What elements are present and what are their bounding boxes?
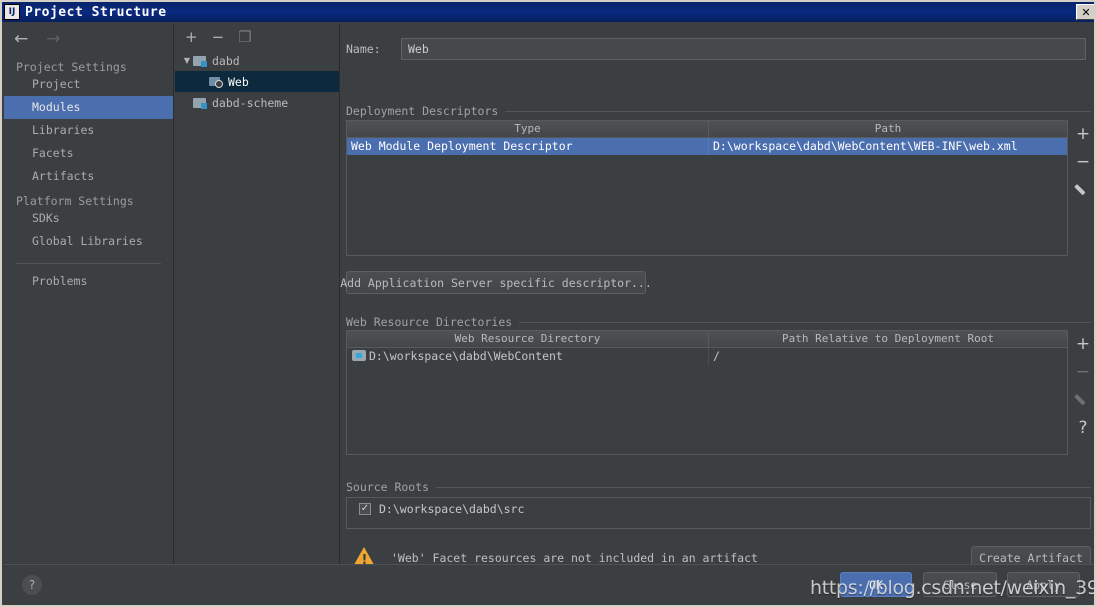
cell-directory-text: D:\workspace\dabd\WebContent [369, 349, 563, 363]
list-item[interactable]: ✓ D:\workspace\dabd\src [347, 498, 1090, 520]
source-roots-list[interactable]: ✓ D:\workspace\dabd\src [346, 497, 1091, 529]
remove-descriptor-icon[interactable]: − [1068, 148, 1094, 176]
deployment-descriptors-table[interactable]: Type Path Web Module Deployment Descript… [346, 120, 1068, 256]
module-folder-icon [193, 97, 207, 109]
close-icon[interactable]: ✕ [1076, 4, 1094, 20]
source-root-path: D:\workspace\dabd\src [379, 502, 525, 516]
column-header-type[interactable]: Type [347, 121, 709, 137]
tree-node-label: dabd [212, 53, 240, 68]
web-resources-toolbar: + − ? [1068, 330, 1094, 442]
ok-button[interactable]: OK [840, 572, 912, 597]
navigation-arrows: ← → [4, 24, 173, 54]
column-header-path[interactable]: Path [709, 121, 1067, 137]
chevron-down-icon[interactable]: ▼ [181, 56, 193, 65]
add-module-icon[interactable]: + [185, 29, 198, 45]
sidebar-item-libraries[interactable]: Libraries [4, 119, 173, 142]
close-button[interactable]: Close [923, 572, 997, 597]
module-tree-toolbar: + − ❐ [175, 24, 339, 50]
group-rule [505, 110, 1091, 112]
tree-node-label: Web [228, 74, 249, 89]
sidebar-item-global-libraries[interactable]: Global Libraries [4, 230, 173, 253]
web-facet-icon [209, 76, 223, 88]
web-resource-directories-group-header: Web Resource Directories [346, 315, 1091, 329]
deployment-descriptors-group-header: Deployment Descriptors [346, 104, 1091, 118]
tree-node-label: dabd-scheme [212, 95, 289, 110]
edit-web-resource-icon [1068, 386, 1094, 414]
tree-node-dabd-scheme[interactable]: dabd-scheme [175, 92, 339, 113]
cell-web-resource-directory: D:\workspace\dabd\WebContent [347, 348, 709, 365]
settings-sidebar: ← → Project Settings Project Modules Lib… [4, 24, 174, 564]
sidebar-group-platform-settings: Platform Settings [16, 194, 134, 208]
sidebar-item-artifacts[interactable]: Artifacts [4, 165, 173, 188]
deployment-descriptors-title: Deployment Descriptors [346, 104, 499, 118]
title-bar: IJ Project Structure ✕ [2, 2, 1094, 22]
group-rule [436, 486, 1091, 488]
module-details-pane: Name: Deployment Descriptors Type Path W… [340, 24, 1094, 570]
web-resource-directories-title: Web Resource Directories [346, 315, 513, 329]
forward-arrow-icon: → [46, 28, 61, 49]
column-header-relative-path[interactable]: Path Relative to Deployment Root [709, 331, 1067, 347]
tree-node-web[interactable]: Web [175, 71, 339, 92]
table-row[interactable]: D:\workspace\dabd\WebContent / [347, 348, 1067, 365]
name-field-row: Name: [346, 38, 1086, 60]
group-rule [519, 321, 1091, 323]
web-resource-directories-table[interactable]: Web Resource Directory Path Relative to … [346, 330, 1068, 455]
back-arrow-icon[interactable]: ← [14, 30, 28, 48]
apply-button[interactable]: Apply [1007, 572, 1080, 597]
copy-module-icon: ❐ [238, 27, 252, 46]
add-descriptor-icon[interactable]: + [1068, 120, 1094, 148]
table-header-row: Type Path [347, 121, 1067, 138]
source-root-checkbox[interactable]: ✓ [359, 503, 371, 515]
app-icon: IJ [4, 4, 20, 20]
web-resource-help-icon[interactable]: ? [1068, 414, 1094, 442]
deployment-descriptors-toolbar: + − [1068, 120, 1094, 204]
module-tree-panel: + − ❐ ▼ dabd Web dabd-scheme [175, 24, 340, 564]
sidebar-item-modules[interactable]: Modules [4, 96, 173, 119]
remove-module-icon[interactable]: − [212, 29, 225, 45]
help-icon[interactable]: ? [22, 575, 42, 595]
sidebar-group-project-settings: Project Settings [16, 60, 127, 74]
remove-web-resource-icon: − [1075, 361, 1091, 382]
table-row[interactable]: Web Module Deployment Descriptor D:\work… [347, 138, 1067, 155]
cell-path: D:\workspace\dabd\WebContent\WEB-INF\web… [713, 139, 1018, 153]
resource-directory-icon [352, 350, 366, 361]
sidebar-item-problems[interactable]: Problems [4, 270, 173, 293]
tree-node-dabd[interactable]: ▼ dabd [175, 50, 339, 71]
name-input[interactable] [401, 38, 1086, 60]
edit-descriptor-icon[interactable] [1068, 176, 1094, 204]
dialog-footer: ? OK Close Apply [4, 564, 1094, 605]
name-label: Name: [346, 42, 381, 56]
sidebar-item-facets[interactable]: Facets [4, 142, 173, 165]
add-web-resource-icon[interactable]: + [1068, 330, 1094, 358]
sidebar-divider [16, 263, 161, 264]
source-roots-title: Source Roots [346, 480, 430, 494]
module-folder-icon [193, 55, 207, 67]
cell-type: Web Module Deployment Descriptor [347, 138, 709, 155]
table-header-row: Web Resource Directory Path Relative to … [347, 331, 1067, 348]
window-title: Project Structure [25, 4, 167, 20]
project-structure-dialog: IJ Project Structure ✕ ← → Project Setti… [0, 0, 1096, 607]
add-app-server-descriptor-button[interactable]: Add Application Server specific descript… [340, 271, 652, 294]
source-roots-group-header: Source Roots [346, 480, 1091, 494]
cell-relative-path: / [713, 349, 720, 363]
column-header-web-resource-directory[interactable]: Web Resource Directory [347, 331, 709, 347]
